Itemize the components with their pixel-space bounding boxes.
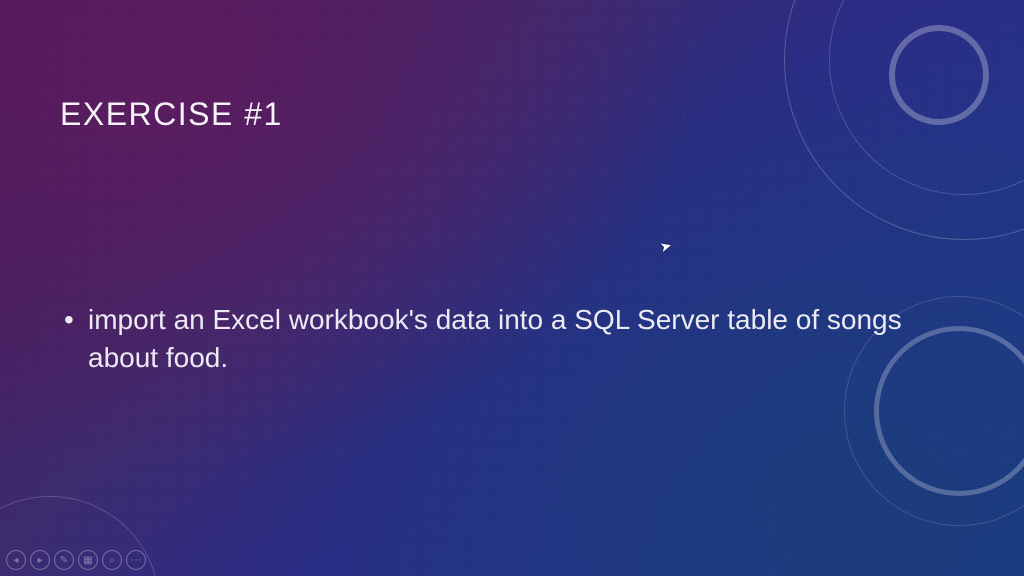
- see-all-slides-button[interactable]: ▦: [78, 550, 98, 570]
- bullet-item: import an Excel workbook's data into a S…: [88, 301, 964, 377]
- prev-slide-button[interactable]: ◂: [6, 550, 26, 570]
- slide-title: EXERCISE #1: [60, 96, 964, 133]
- more-options-button[interactable]: ⋯: [126, 550, 146, 570]
- next-slide-button[interactable]: ▸: [30, 550, 50, 570]
- bullet-list: import an Excel workbook's data into a S…: [60, 301, 964, 377]
- mouse-cursor-icon: ➤: [658, 237, 674, 256]
- pen-button[interactable]: ✎: [54, 550, 74, 570]
- slide: EXERCISE #1 import an Excel workbook's d…: [0, 0, 1024, 576]
- zoom-button[interactable]: ⌕: [102, 550, 122, 570]
- presenter-toolbar: ◂ ▸ ✎ ▦ ⌕ ⋯: [6, 550, 146, 570]
